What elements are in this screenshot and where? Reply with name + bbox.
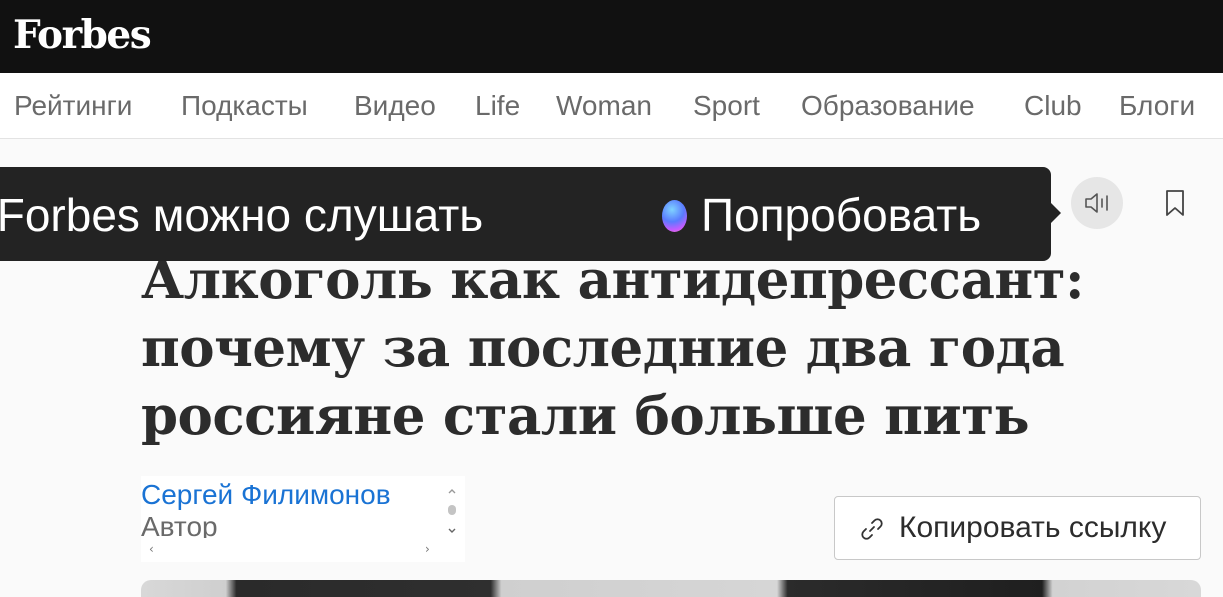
forbes-logo[interactable]: Forbes <box>13 10 152 60</box>
tooltip-arrow <box>1050 202 1061 224</box>
page: Forbes Рейтинги Подкасты Видео Life Woma… <box>0 0 1223 597</box>
section-nav: Рейтинги Подкасты Видео Life Woman Sport… <box>0 73 1223 139</box>
link-icon <box>861 518 883 540</box>
nav-item-club[interactable]: Club <box>1024 88 1082 124</box>
vertical-scrollbar[interactable] <box>444 484 460 538</box>
bookmark-button[interactable] <box>1162 188 1188 218</box>
try-listen-button[interactable]: Попробовать <box>701 189 981 241</box>
tooltip-text: ь Forbes можно слушать <box>0 189 484 241</box>
nav-item-ratings[interactable]: Рейтинги <box>14 88 132 124</box>
headline-line: россияне стали больше пить <box>141 385 1030 447</box>
headline-line: почему за последние два года <box>141 317 1065 379</box>
copy-link-button[interactable]: Копировать ссылку <box>834 496 1201 560</box>
nav-item-podcasts[interactable]: Подкасты <box>181 88 308 124</box>
author-clip <box>141 538 465 562</box>
copy-link-label: Копировать ссылку <box>899 511 1167 544</box>
nav-item-woman[interactable]: Woman <box>556 88 652 124</box>
ai-orb-icon <box>662 200 687 232</box>
audio-play-button[interactable] <box>1071 177 1123 229</box>
scroll-right-icon[interactable]: › <box>425 542 430 556</box>
listen-tooltip: ь Forbes можно слушать Попробовать <box>0 167 1051 261</box>
nav-item-education[interactable]: Образование <box>801 88 975 124</box>
article-headline: Алкоголь как антидепрессант: почему за п… <box>141 246 1141 450</box>
top-bar: Forbes <box>0 0 1223 73</box>
nav-item-blogs[interactable]: Блоги <box>1119 88 1195 124</box>
nav-item-sport[interactable]: Sport <box>693 88 760 124</box>
author-name-link[interactable]: Сергей Филимонов <box>141 478 391 512</box>
nav-item-video[interactable]: Видео <box>354 88 436 124</box>
author-box: Сергей Филимонов Автор ‹ › <box>141 476 465 562</box>
article-hero-image <box>141 580 1201 597</box>
scroll-left-icon[interactable]: ‹ <box>149 542 154 556</box>
bookmark-icon <box>1166 190 1184 216</box>
nav-item-life[interactable]: Life <box>475 88 520 124</box>
audio-play-icon <box>1085 193 1108 213</box>
